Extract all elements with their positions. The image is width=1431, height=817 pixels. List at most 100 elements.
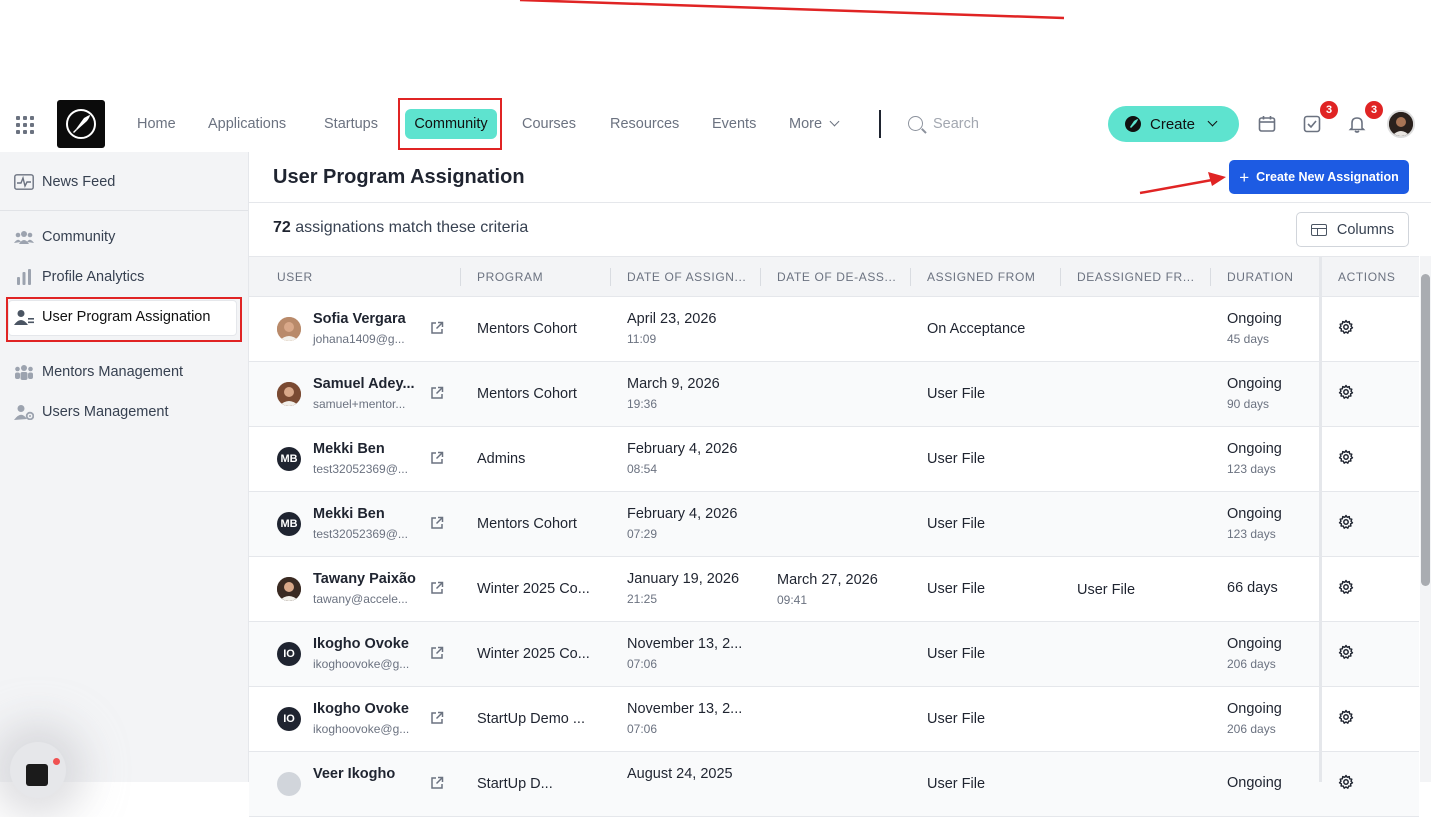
assign-time: 19:36: [627, 397, 658, 411]
user-cell[interactable]: Mekki Ben test32052369@...: [313, 506, 408, 541]
assigned-from-cell: User File: [927, 516, 986, 532]
nav-courses[interactable]: Courses: [522, 116, 576, 132]
tasks-badge: 3: [1320, 101, 1338, 119]
user-cell[interactable]: Veer Ikogho: [313, 766, 395, 787]
duration: Ongoing: [1227, 701, 1282, 717]
duration: Ongoing: [1227, 441, 1282, 457]
nav-more[interactable]: More: [789, 116, 840, 132]
assigned-from-cell: User File: [927, 386, 986, 402]
nav-home[interactable]: Home: [137, 116, 176, 132]
column-header-deassigned-from[interactable]: DEASSIGNED FR...: [1077, 270, 1195, 284]
external-link-icon[interactable]: [430, 581, 444, 595]
nav-startups[interactable]: Startups: [324, 116, 378, 132]
nav-divider: [879, 110, 881, 138]
chevron-down-icon: [829, 116, 840, 127]
user-cell[interactable]: Samuel Adey... samuel+mentor...: [313, 376, 415, 411]
user-cell[interactable]: Mekki Ben test32052369@...: [313, 441, 408, 476]
header-divider: [249, 202, 1431, 203]
user-name[interactable]: Mekki Ben: [313, 506, 408, 522]
assign-date-cell: January 19, 2026 21:25: [627, 571, 739, 606]
nav-applications[interactable]: Applications: [208, 116, 286, 132]
create-new-assignation-button[interactable]: + Create New Assignation: [1229, 160, 1409, 194]
gear-icon[interactable]: [1338, 449, 1354, 465]
external-link-icon[interactable]: [430, 776, 444, 790]
calendar-icon[interactable]: [1258, 115, 1276, 133]
external-link-icon[interactable]: [430, 646, 444, 660]
assigned-from-cell: User File: [927, 581, 986, 597]
apps-grid-icon[interactable]: [16, 116, 34, 134]
gear-icon[interactable]: [1338, 384, 1354, 400]
duration-cell: Ongoing 206 days: [1227, 701, 1282, 736]
external-link-icon[interactable]: [430, 386, 444, 400]
gear-icon[interactable]: [1338, 319, 1354, 335]
gear-icon[interactable]: [1338, 644, 1354, 660]
app-logo[interactable]: [57, 100, 105, 148]
user-name[interactable]: Veer Ikogho: [313, 766, 395, 782]
gear-icon[interactable]: [1338, 579, 1354, 595]
duration: Ongoing: [1227, 636, 1282, 652]
avatar: [277, 772, 301, 796]
assign-date: January 19, 2026: [627, 571, 740, 587]
user-email: ikoghoovoke@g...: [313, 657, 410, 671]
column-header-assigned-from[interactable]: ASSIGNED FROM: [927, 270, 1035, 284]
user-name[interactable]: Sofia Vergara: [313, 311, 406, 327]
assign-date: November 13, 2...: [627, 636, 743, 652]
user-name[interactable]: Tawany Paixão: [313, 571, 416, 587]
column-header-program[interactable]: PROGRAM: [477, 270, 543, 284]
assigned-from-cell: User File: [927, 451, 986, 467]
program-cell: Mentors Cohort: [477, 516, 577, 532]
column-header-duration[interactable]: DURATION: [1227, 270, 1294, 284]
user-cell[interactable]: Ikogho Ovoke ikoghoovoke@g...: [313, 636, 409, 671]
table-row: Samuel Adey... samuel+mentor... Mentors Co…: [249, 362, 1419, 427]
avatar-photo: [277, 317, 301, 341]
table-row: Sofia Vergara johana1409@g... Mentors Coho…: [249, 297, 1419, 362]
column-header-user[interactable]: USER: [277, 270, 313, 284]
gear-icon[interactable]: [1338, 709, 1354, 725]
nav-community[interactable]: Community: [405, 109, 497, 139]
deassigned-from-cell: User File: [1077, 582, 1136, 598]
external-link-icon[interactable]: [430, 321, 444, 335]
scrollbar-thumb[interactable]: [1421, 274, 1430, 586]
gear-icon[interactable]: [1338, 514, 1354, 530]
duration-days: 206 days: [1227, 722, 1276, 736]
user-name[interactable]: Samuel Adey...: [313, 376, 415, 392]
column-header-date-deassign[interactable]: DATE OF DE-ASS...: [777, 270, 896, 284]
bell-icon[interactable]: [1348, 115, 1366, 133]
actions-column-divider: [1319, 256, 1322, 782]
external-link-icon[interactable]: [430, 516, 444, 530]
columns-button[interactable]: Columns: [1296, 212, 1409, 247]
user-cell[interactable]: Sofia Vergara johana1409@g...: [313, 311, 406, 346]
user-cell[interactable]: Tawany Paixão tawany@accele...: [313, 571, 416, 606]
table-row: Veer Ikogho StartUp D... August 24, 2025 Us…: [249, 752, 1419, 817]
sidebar-item-user-program-assignation[interactable]: User Program Assignation: [14, 309, 210, 325]
table-row: IO Ikogho Ovoke ikoghoovoke@g... StartUp De…: [249, 687, 1419, 752]
user-cell[interactable]: Ikogho Ovoke ikoghoovoke@g...: [313, 701, 409, 736]
nav-events[interactable]: Events: [712, 116, 756, 132]
column-header-date-assign[interactable]: DATE OF ASSIGN...: [627, 270, 746, 284]
search-input[interactable]: [933, 114, 1083, 134]
sidebar-item-mentors-management[interactable]: Mentors Management: [14, 364, 183, 380]
user-name[interactable]: Ikogho Ovoke: [313, 701, 409, 717]
sidebar-item-users-management[interactable]: Users Management: [14, 404, 169, 420]
tasks-icon[interactable]: [1303, 115, 1321, 133]
gear-icon[interactable]: [1338, 774, 1354, 790]
user-name[interactable]: Ikogho Ovoke: [313, 636, 409, 652]
sidebar-item-profile-analytics[interactable]: Profile Analytics: [14, 269, 144, 285]
sidebar-item-news-feed[interactable]: News Feed: [14, 174, 115, 190]
column-separator: [610, 268, 611, 286]
columns-button-label: Columns: [1336, 221, 1395, 238]
nav-resources[interactable]: Resources: [610, 116, 679, 132]
assign-date: April 23, 2026: [627, 311, 717, 327]
external-link-icon[interactable]: [430, 711, 444, 725]
assign-date-cell: February 4, 2026 07:29: [627, 506, 737, 541]
program-cell: Winter 2025 Co...: [477, 646, 590, 662]
user-email: samuel+mentor...: [313, 397, 406, 411]
assign-date: February 4, 2026: [627, 506, 738, 522]
user-name[interactable]: Mekki Ben: [313, 441, 408, 457]
create-button[interactable]: Create: [1108, 106, 1239, 142]
external-link-icon[interactable]: [430, 451, 444, 465]
profile-avatar[interactable]: [1387, 110, 1415, 138]
duration-cell: Ongoing 206 days: [1227, 636, 1282, 671]
user-list-icon: [14, 310, 34, 325]
sidebar-item-community[interactable]: Community: [14, 229, 115, 245]
